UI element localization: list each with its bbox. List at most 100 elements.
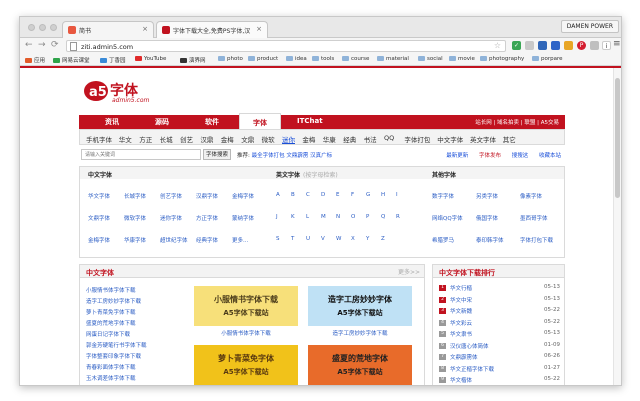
page-scrollbar[interactable] <box>613 68 621 385</box>
zh-category-link[interactable]: 华文字体 <box>88 192 110 200</box>
en-letter-link[interactable]: S <box>276 236 280 242</box>
bookmark-site-link[interactable]: 收藏本站 <box>539 153 561 159</box>
rank-font-name[interactable]: 华文新魏 <box>450 307 472 315</box>
sub-nav-item[interactable]: 长城 <box>160 134 173 144</box>
bookmark-youtube[interactable]: YouTube <box>135 56 166 62</box>
en-letter-link[interactable]: C <box>306 192 310 198</box>
main-nav-software[interactable]: 软件 <box>205 117 219 127</box>
site-logo[interactable]: a5 字体 admin5.com <box>82 76 162 106</box>
bookmark-star-icon[interactable]: ☆ <box>494 41 501 50</box>
sub-nav-item[interactable]: 手机字体 <box>86 134 112 144</box>
ranking-row[interactable]: 5 华文隶书 05-13 <box>439 330 560 339</box>
sub-nav-item[interactable]: 字体打包 <box>404 134 430 144</box>
sub-nav-item[interactable]: 文鼎 <box>241 134 254 144</box>
en-letter-link[interactable]: K <box>291 214 295 220</box>
bookmark-social[interactable]: social <box>418 56 443 62</box>
ranking-row[interactable]: 9 华文楷体 05-22 <box>439 376 560 385</box>
forward-arrow-icon[interactable]: → <box>38 40 46 50</box>
zh-category-link[interactable]: 华康字体 <box>124 236 146 244</box>
search-input[interactable] <box>81 149 201 160</box>
extension-shield-icon[interactable]: ✓ <box>512 41 521 50</box>
bookmark-yanjie[interactable]: 演界网 <box>180 56 206 64</box>
minimize-window-button[interactable] <box>39 24 46 31</box>
scrollbar-thumb[interactable] <box>615 78 620 198</box>
rank-font-name[interactable]: 华文隶书 <box>450 330 472 338</box>
extension-gear-icon[interactable] <box>525 41 534 50</box>
close-tab-icon[interactable]: × <box>142 25 148 33</box>
zh-category-link[interactable]: 汉鼎字体 <box>196 192 218 200</box>
sub-nav-item[interactable]: 迷你 <box>282 134 295 144</box>
rank-font-name[interactable]: 汉仪唐心体简体 <box>450 342 489 350</box>
zh-category-link[interactable]: 蒙纳字体 <box>232 214 254 222</box>
en-letter-link[interactable]: M <box>321 214 326 220</box>
en-letter-link[interactable]: B <box>291 192 295 198</box>
sub-nav-item[interactable]: 金梅 <box>221 134 234 144</box>
bookmark-dxy[interactable]: 丁香园 <box>100 56 126 64</box>
en-letter-link[interactable]: A <box>276 192 280 198</box>
rank-font-name[interactable]: 华文行楷 <box>450 284 472 292</box>
font-preview-thumbnail[interactable]: 萝卜青菜免字体 A5字体下载站 <box>194 345 298 385</box>
zh-category-link[interactable]: 金梅字体 <box>232 192 254 200</box>
main-nav-fonts[interactable]: 字体 <box>239 113 281 129</box>
en-letter-link[interactable]: Q <box>381 214 385 220</box>
pinterest-icon[interactable]: P <box>577 41 586 50</box>
bookmark-idea[interactable]: idea <box>286 56 307 62</box>
en-letter-link[interactable]: L <box>306 214 309 220</box>
zh-category-link[interactable]: 更多... <box>232 236 248 244</box>
sub-nav-item[interactable]: QQ <box>384 134 394 142</box>
other-category-link[interactable]: 墨西哥字体 <box>520 214 548 222</box>
en-letter-link[interactable]: O <box>351 214 355 220</box>
ranking-row[interactable]: 7 文鼎霹雳体 06-26 <box>439 353 560 362</box>
sub-nav-item[interactable]: 中文字体 <box>437 134 463 144</box>
extension-shield-gray-icon[interactable] <box>590 41 599 50</box>
en-letter-link[interactable]: D <box>321 192 325 198</box>
en-letter-link[interactable]: H <box>381 192 385 198</box>
zh-category-link[interactable]: 迷你字体 <box>160 214 182 222</box>
zh-font-link[interactable]: 网蛋日记字体下载 <box>86 330 130 338</box>
ranking-row[interactable]: 8 华文正楷字体下载 01-27 <box>439 365 560 374</box>
more-link[interactable]: 更多>> <box>398 267 420 276</box>
zh-font-link[interactable]: 字体整套印象字体下载 <box>86 352 141 360</box>
font-preview-thumbnail[interactable]: 盛夏的荒地字体 A5字体下载站 <box>308 345 412 385</box>
sub-nav-item[interactable]: 方正 <box>139 134 152 144</box>
extension-square-icon[interactable] <box>551 41 560 50</box>
rank-font-name[interactable]: 华文中宋 <box>450 296 472 304</box>
en-letter-link[interactable]: P <box>366 214 369 220</box>
zh-font-link[interactable]: 玉木调差体字体下载 <box>86 374 136 382</box>
zh-font-link[interactable]: 郭金芳硬笔行书字体下载 <box>86 341 147 349</box>
extension-info-icon[interactable]: i <box>602 41 611 50</box>
bookmark-product[interactable]: product <box>248 56 278 62</box>
sub-nav-item[interactable]: 书法 <box>364 134 377 144</box>
zh-font-link[interactable]: 小服情书体字体下载 <box>86 286 136 294</box>
bookmark-tools[interactable]: tools <box>312 56 334 62</box>
close-window-button[interactable] <box>28 24 35 31</box>
menu-icon[interactable]: ≡ <box>613 39 621 49</box>
ranking-row[interactable]: 1 华文行楷 05-13 <box>439 284 560 293</box>
bookmark-course[interactable]: course <box>342 56 369 62</box>
main-nav-right-links[interactable]: 站长网 | 域名拍卖 | 联盟 | A5交易 <box>475 118 559 126</box>
bookmark-netease[interactable]: 网易云课堂 <box>53 56 90 64</box>
font-preview-thumbnail[interactable]: 小服情书字体下载 A5字体下载站 <box>194 286 298 326</box>
ranking-row[interactable]: 6 汉仪唐心体简体 01-09 <box>439 342 560 351</box>
zh-font-link[interactable]: 青春彩面体字体下载 <box>86 363 136 371</box>
sub-nav-item[interactable]: 经典 <box>343 134 356 144</box>
ranking-row[interactable]: 2 华文中宋 05-13 <box>439 296 560 305</box>
rank-font-name[interactable]: 华文正楷字体下载 <box>450 365 494 373</box>
other-category-link[interactable]: 像素字体 <box>520 192 542 200</box>
en-letter-link[interactable]: J <box>276 214 278 220</box>
en-letter-link[interactable]: F <box>351 192 354 198</box>
bookmark-porpare[interactable]: porpare <box>532 56 563 62</box>
en-letter-link[interactable]: E <box>336 192 339 198</box>
font-preview-thumbnail[interactable]: 造字工房妙妙字体 A5字体下载站 <box>308 286 412 326</box>
en-letter-link[interactable]: N <box>336 214 340 220</box>
zh-category-link[interactable]: 创艺字体 <box>160 192 182 200</box>
en-letter-link[interactable]: V <box>321 236 325 242</box>
sub-nav-item[interactable]: 创艺 <box>180 134 193 144</box>
other-category-link[interactable]: 俄国字体 <box>476 214 498 222</box>
tab-jianshu[interactable]: 简书 × <box>62 21 154 38</box>
en-letter-link[interactable]: I <box>396 192 398 198</box>
close-tab-icon[interactable]: × <box>256 25 262 33</box>
other-category-link[interactable]: 希腊罗马 <box>432 236 454 244</box>
thumbnail-caption[interactable]: 小服情书体字体下载 <box>194 329 298 337</box>
thumbnail-caption[interactable]: 造字工房妙妙字体下载 <box>308 329 412 337</box>
